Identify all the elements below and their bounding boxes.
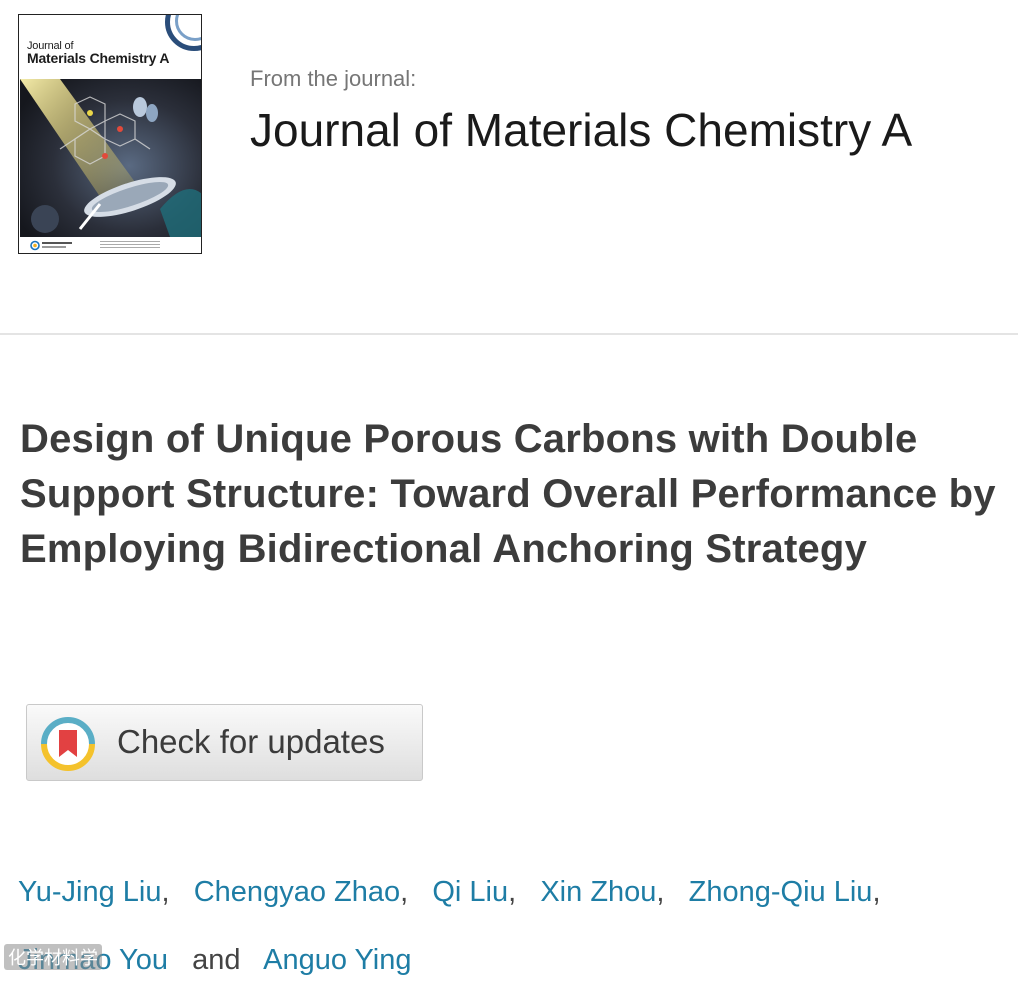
check-for-updates-button[interactable]: Check for updates bbox=[26, 704, 423, 781]
check-for-updates-label: Check for updates bbox=[117, 723, 385, 760]
author-link[interactable]: Zhong-Qiu Liu bbox=[689, 876, 873, 908]
author-list: Yu-Jing Liu, Chengyao Zhao, Qi Liu, Xin … bbox=[18, 858, 1008, 994]
bookmark-ring-icon bbox=[41, 717, 95, 771]
journal-header: Journal of Materials Chemistry A From th… bbox=[0, 0, 1018, 333]
section-divider bbox=[0, 333, 1018, 335]
author-link[interactable]: Qi Liu bbox=[432, 876, 508, 908]
journal-cover-image[interactable]: Journal of Materials Chemistry A bbox=[18, 14, 202, 254]
author-link[interactable]: Anguo Ying bbox=[263, 944, 411, 976]
watermark-overlay: 化学材料学 bbox=[4, 944, 102, 970]
from-journal-label: From the journal: bbox=[250, 66, 417, 91]
author-separator: , bbox=[400, 876, 409, 908]
author-separator: , bbox=[872, 876, 881, 908]
author-link[interactable]: Xin Zhou bbox=[540, 876, 656, 908]
article-title: Design of Unique Porous Carbons with Dou… bbox=[20, 417, 996, 571]
author-link[interactable]: Chengyao Zhao bbox=[194, 876, 400, 908]
author-separator: , bbox=[656, 876, 665, 908]
cover-title-line2: Materials Chemistry A bbox=[27, 50, 170, 66]
cover-footer-text bbox=[100, 241, 160, 250]
author-separator: , bbox=[161, 876, 170, 908]
author-link[interactable]: Yu-Jing Liu bbox=[18, 876, 162, 908]
author-separator: , bbox=[508, 876, 517, 908]
journal-name[interactable]: Journal of Materials Chemistry A bbox=[250, 102, 990, 158]
cover-artwork bbox=[20, 79, 201, 237]
author-conjunction: and bbox=[192, 944, 241, 976]
cover-title: Journal of Materials Chemistry A bbox=[27, 41, 170, 66]
rsc-logo-icon bbox=[30, 240, 72, 251]
cover-footer bbox=[20, 237, 201, 253]
